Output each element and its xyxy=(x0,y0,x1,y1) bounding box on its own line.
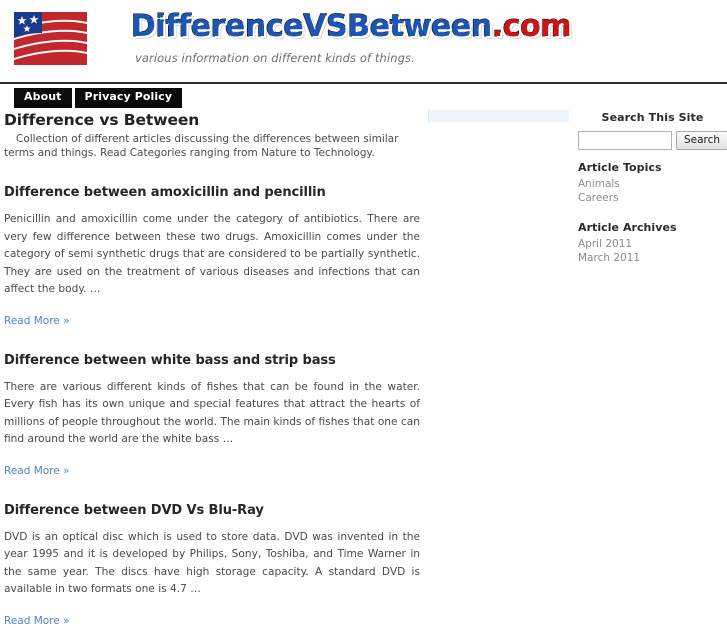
main-content: Difference vs Between Collection of diff… xyxy=(0,108,424,628)
search-form: Search xyxy=(578,131,727,150)
site-branding: DifferenceVSBetween.com various informat… xyxy=(130,9,572,65)
article-archives-list: April 2011 March 2011 xyxy=(578,238,727,265)
nav-item-privacy-policy[interactable]: Privacy Policy xyxy=(74,88,183,108)
article-excerpt: There are various different kinds of fis… xyxy=(4,380,420,446)
article-title[interactable]: Difference between white bass and strip … xyxy=(4,353,420,368)
site-header: DifferenceVSBetween.com various informat… xyxy=(0,0,727,82)
primary-navigation: About Privacy Policy xyxy=(0,84,727,108)
us-flag-icon xyxy=(9,8,91,70)
page-title: Difference vs Between xyxy=(4,111,200,129)
article-excerpt: Penicillin and amoxicillin come under th… xyxy=(4,213,420,295)
archive-link-march-2011[interactable]: March 2011 xyxy=(578,252,727,266)
nav-item-about[interactable]: About xyxy=(14,88,72,108)
search-button[interactable]: Search xyxy=(676,131,727,150)
article-archives-title: Article Archives xyxy=(578,221,677,234)
archive-link-april-2011[interactable]: April 2011 xyxy=(578,238,727,252)
article-item: Difference between DVD Vs Blu-Ray DVD is… xyxy=(4,503,420,628)
ad-placeholder xyxy=(428,110,569,122)
site-tagline: various information on different kinds o… xyxy=(135,51,415,65)
article-item: Difference between amoxicillin and penci… xyxy=(4,185,420,328)
search-section-title: Search This Site xyxy=(601,111,704,124)
read-more-link[interactable]: Read More » xyxy=(4,465,70,477)
article-title[interactable]: Difference between amoxicillin and penci… xyxy=(4,185,420,200)
search-input[interactable] xyxy=(578,131,672,150)
article-title[interactable]: Difference between DVD Vs Blu-Ray xyxy=(4,503,420,518)
article-topics-title: Article Topics xyxy=(578,161,662,174)
topic-link-animals[interactable]: Animals xyxy=(578,178,727,192)
site-title[interactable]: DifferenceVSBetween.com xyxy=(130,9,572,44)
site-title-tld: .com xyxy=(491,9,572,44)
sidebar: Search This Site Search Article Topics A… xyxy=(578,108,727,265)
read-more-link[interactable]: Read More » xyxy=(4,315,70,327)
read-more-link[interactable]: Read More » xyxy=(4,615,70,627)
topic-link-careers[interactable]: Careers xyxy=(578,192,727,206)
site-description: Collection of different articles discuss… xyxy=(4,133,399,159)
article-excerpt: DVD is an optical disc which is used to … xyxy=(4,530,420,596)
article-topics-list: Animals Careers xyxy=(578,178,727,205)
article-item: Difference between white bass and strip … xyxy=(4,353,420,478)
site-title-main: DifferenceVSBetween xyxy=(130,9,492,44)
